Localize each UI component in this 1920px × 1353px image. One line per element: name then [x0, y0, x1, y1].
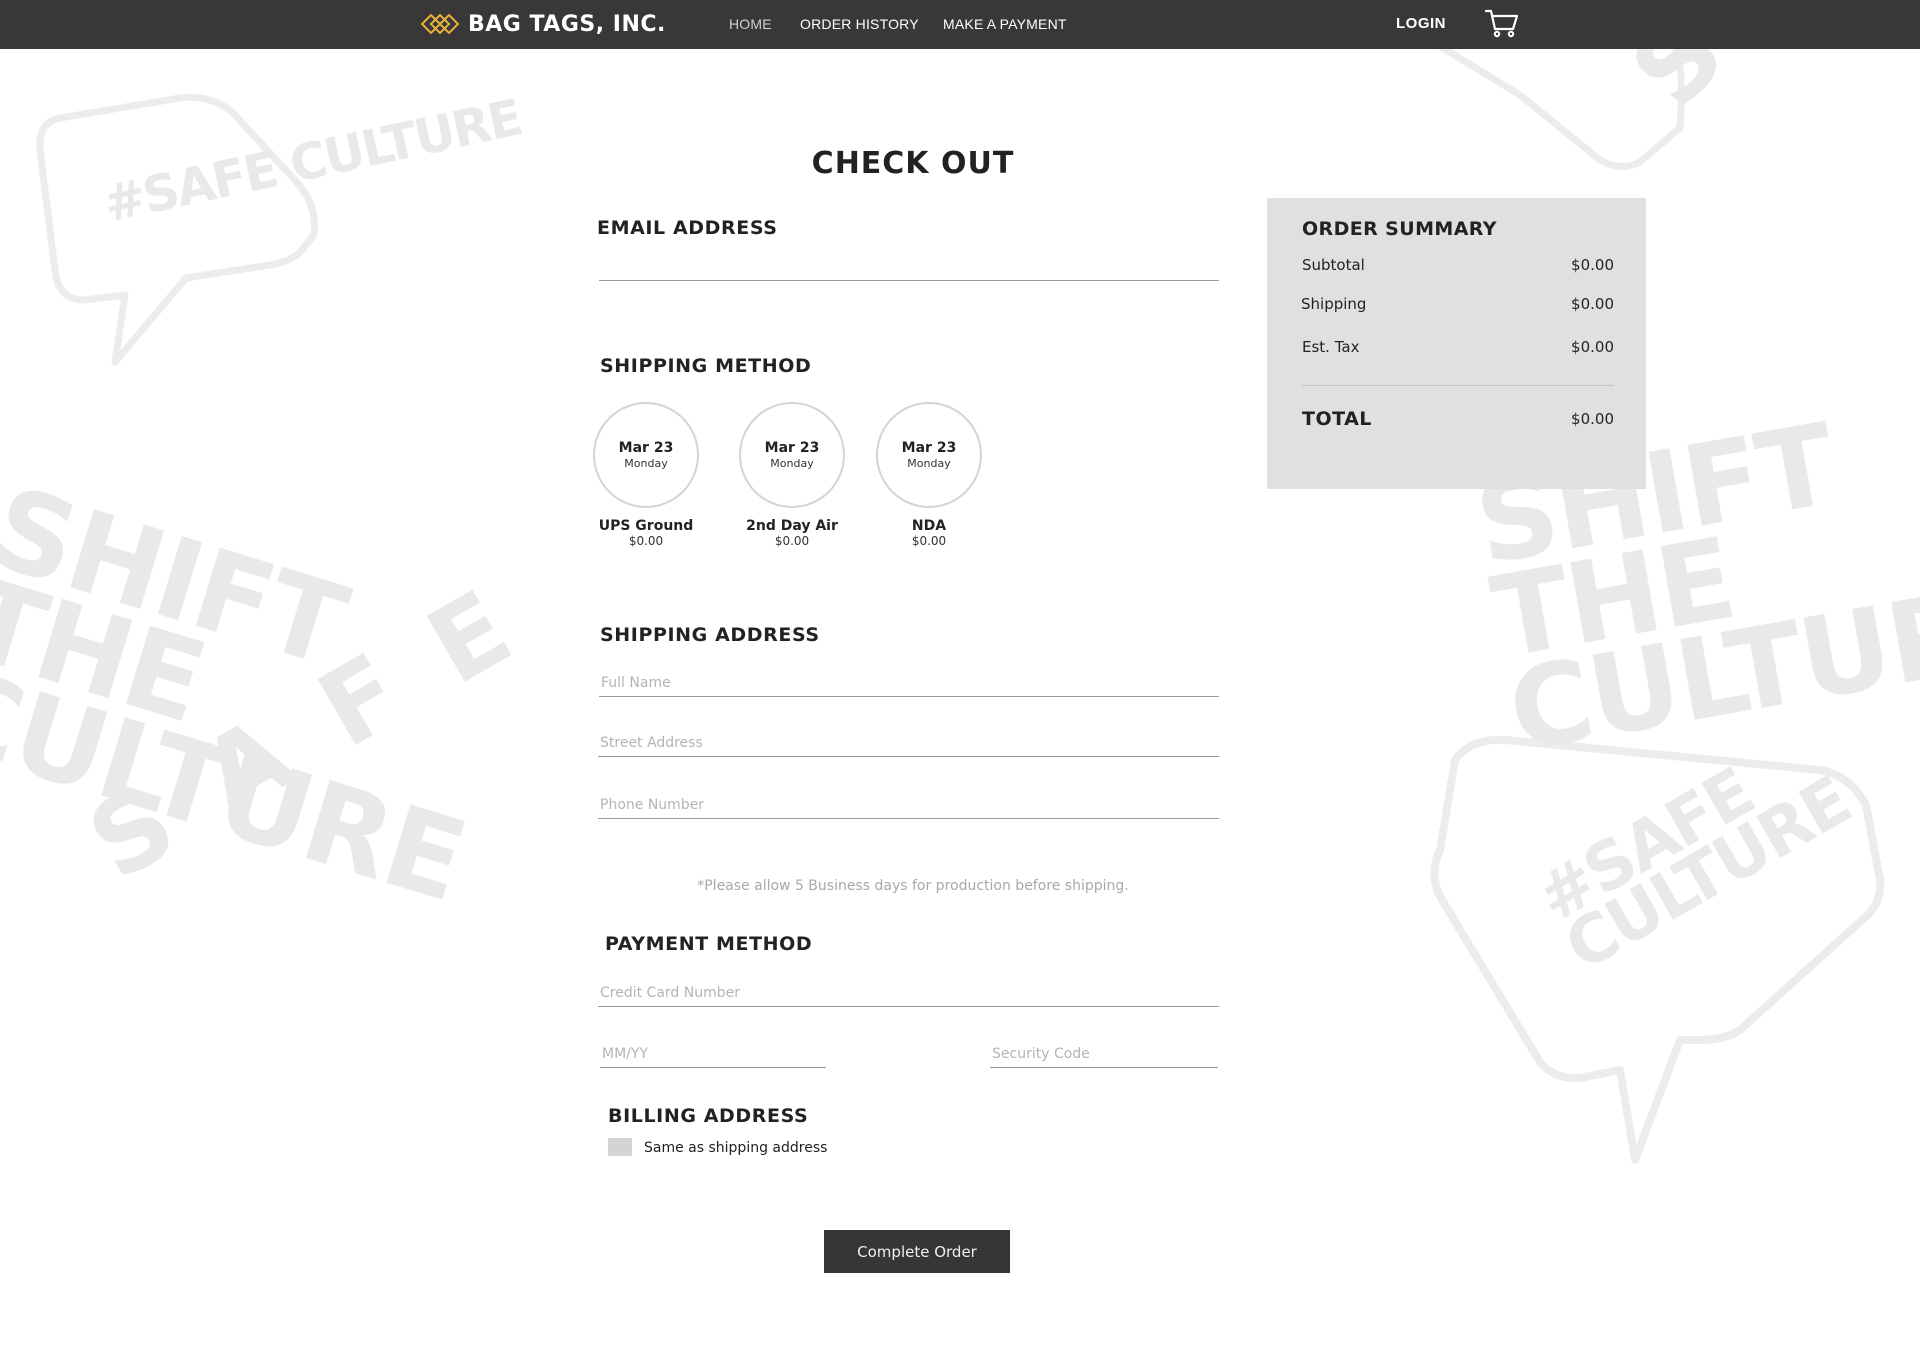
credit-card-field[interactable]: [598, 981, 1219, 1007]
shipping-method-name: 2nd Day Air: [746, 518, 838, 534]
street-address-field[interactable]: [598, 731, 1219, 757]
total-value: $0.00: [1571, 410, 1614, 428]
shipping-day: Monday: [624, 457, 668, 470]
shipping-option-circle[interactable]: Mar 23 Monday: [876, 402, 982, 508]
shipping-date: Mar 23: [901, 440, 957, 456]
phone-number-field[interactable]: [598, 793, 1219, 819]
nav-home-link[interactable]: HOME: [729, 16, 772, 32]
shipping-option-circle[interactable]: Mar 23 Monday: [739, 402, 845, 508]
tax-label: Est. Tax: [1302, 338, 1360, 356]
shipping-method-name: UPS Ground: [598, 518, 694, 534]
shipping-method-price: $0.00: [628, 534, 664, 548]
nav-make-payment-link[interactable]: MAKE A PAYMENT: [943, 16, 1067, 32]
summary-divider: [1302, 385, 1614, 386]
page-title: CHECK OUT: [811, 146, 1015, 181]
shipping-day: Monday: [770, 457, 814, 470]
subtotal-label: Subtotal: [1302, 256, 1365, 274]
tax-row: Est. Tax $0.00: [1302, 338, 1614, 356]
shipping-option-ups-ground[interactable]: Mar 23 Monday UPS Ground $0.00: [591, 402, 701, 548]
order-summary-panel: ORDER SUMMARY Subtotal $0.00 Shipping $0…: [1267, 198, 1646, 489]
shopping-cart-icon[interactable]: [1484, 7, 1520, 39]
subtotal-row: Subtotal $0.00: [1302, 256, 1614, 274]
shipping-method-price: $0.00: [911, 534, 947, 548]
shipping-day: Monday: [907, 457, 951, 470]
total-label: TOTAL: [1302, 408, 1372, 430]
expiry-date-field[interactable]: [600, 1042, 826, 1068]
shipping-date: Mar 23: [618, 440, 674, 456]
bg-safe-culture-text-2: #SAFE CULTURE: [1524, 753, 1863, 986]
security-code-field[interactable]: [990, 1042, 1218, 1068]
email-section-label: EMAIL ADDRESS: [597, 217, 778, 239]
subtotal-value: $0.00: [1571, 256, 1614, 274]
diamond-logo-icon: [420, 13, 460, 35]
shipping-method-label: SHIPPING METHOD: [600, 355, 812, 377]
same-as-shipping-checkbox[interactable]: [608, 1138, 632, 1156]
shipping-method-name: NDA: [911, 518, 947, 534]
brand-logo[interactable]: BAG TAGS, INC.: [420, 8, 666, 40]
bg-shift-culture-text-1: SHIFT THE CULTURE: [0, 462, 478, 928]
billing-address-label: BILLING ADDRESS: [608, 1105, 809, 1127]
same-as-shipping-label[interactable]: Same as shipping address: [644, 1140, 827, 1156]
tax-value: $0.00: [1571, 338, 1614, 356]
shipping-address-label: SHIPPING ADDRESS: [600, 624, 820, 646]
payment-method-label: PAYMENT METHOD: [605, 933, 813, 955]
login-link[interactable]: LOGIN: [1396, 15, 1446, 32]
production-note: *Please allow 5 Business days for produc…: [697, 878, 1129, 894]
order-summary-title: ORDER SUMMARY: [1302, 218, 1497, 240]
shipping-option-circle[interactable]: Mar 23 Monday: [593, 402, 699, 508]
shipping-label: Shipping: [1301, 295, 1367, 313]
shipping-date: Mar 23: [764, 440, 820, 456]
complete-order-button[interactable]: Complete Order: [824, 1230, 1010, 1273]
total-row: TOTAL $0.00: [1302, 408, 1614, 430]
shipping-option-nda[interactable]: Mar 23 Monday NDA $0.00: [874, 402, 984, 548]
full-name-field[interactable]: [599, 671, 1219, 697]
shipping-method-price: $0.00: [774, 534, 810, 548]
shipping-value: $0.00: [1571, 295, 1614, 313]
email-field[interactable]: [599, 255, 1219, 281]
top-navigation-bar: BAG TAGS, INC. HOME ORDER HISTORY MAKE A…: [0, 0, 1920, 49]
nav-order-history-link[interactable]: ORDER HISTORY: [800, 16, 919, 32]
brand-name: BAG TAGS, INC.: [468, 11, 666, 37]
shipping-row: Shipping $0.00: [1301, 295, 1614, 313]
shipping-option-2nd-day-air[interactable]: Mar 23 Monday 2nd Day Air $0.00: [737, 402, 847, 548]
